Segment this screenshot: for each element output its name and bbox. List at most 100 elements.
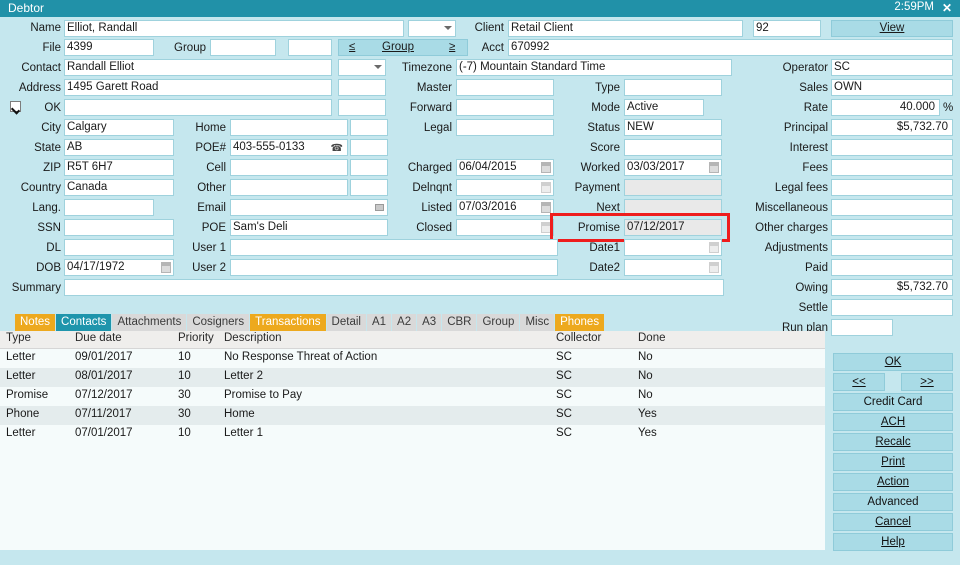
- tab-attachments[interactable]: Attachments: [112, 314, 187, 331]
- cancel-button[interactable]: Cancel: [833, 513, 953, 531]
- tab-phones[interactable]: Phones: [555, 314, 605, 331]
- group-next-button[interactable]: ≥: [449, 41, 455, 53]
- tab-a1[interactable]: A1: [366, 314, 392, 331]
- legal-fees-input[interactable]: [831, 179, 953, 196]
- calendar-icon[interactable]: [541, 202, 551, 213]
- other-phone-input[interactable]: [230, 179, 348, 196]
- address2-input[interactable]: [64, 99, 332, 116]
- recalc-button[interactable]: Recalc: [833, 433, 953, 451]
- adjustments-input[interactable]: [831, 239, 953, 256]
- interest-input[interactable]: [831, 139, 953, 156]
- contact-input[interactable]: Randall Elliot: [64, 59, 332, 76]
- charged-date-input[interactable]: 06/04/2015: [456, 159, 554, 176]
- table-row[interactable]: Letter 09/01/2017 10 No Response Threat of …: [0, 349, 825, 368]
- cell-phone-input[interactable]: [230, 159, 348, 176]
- email-input[interactable]: [230, 199, 388, 216]
- column-header-due-date[interactable]: Due date: [75, 332, 122, 344]
- group-extra-input[interactable]: [288, 39, 332, 56]
- tab-a3[interactable]: A3: [417, 314, 442, 331]
- column-header-description[interactable]: Description: [224, 332, 282, 344]
- poe-input[interactable]: Sam's Deli: [230, 219, 388, 236]
- rate-input[interactable]: 40.000: [831, 99, 940, 116]
- calendar-icon[interactable]: [161, 262, 171, 273]
- zip-input[interactable]: R5T 6H7: [64, 159, 174, 176]
- view-button[interactable]: View: [831, 20, 953, 37]
- ach-button[interactable]: ACH: [833, 413, 953, 431]
- master-select[interactable]: [456, 79, 554, 96]
- column-header-type[interactable]: Type: [6, 332, 31, 344]
- client-code-select[interactable]: 92: [753, 20, 821, 37]
- state-input[interactable]: AB: [64, 139, 174, 156]
- tab-cbr[interactable]: CBR: [442, 314, 477, 331]
- timezone-select[interactable]: (-7) Mountain Standard Time: [456, 59, 732, 76]
- help-button[interactable]: Help: [833, 533, 953, 551]
- country-select[interactable]: Canada: [64, 179, 174, 196]
- group-nav[interactable]: ≤ Group ≥: [338, 39, 468, 56]
- credit-card-button[interactable]: Credit Card: [833, 393, 953, 411]
- address-input[interactable]: 1495 Garett Road: [64, 79, 332, 96]
- user2-input[interactable]: [230, 259, 558, 276]
- action-button[interactable]: Action: [833, 473, 953, 491]
- dl-input[interactable]: [64, 239, 174, 256]
- column-header-priority[interactable]: Priority: [178, 332, 214, 344]
- calendar-icon[interactable]: [541, 222, 551, 233]
- calendar-icon[interactable]: [541, 162, 551, 173]
- table-row[interactable]: Promise 07/12/2017 30 Promise to Pay SC No: [0, 387, 825, 406]
- delinquent-date-input[interactable]: [456, 179, 554, 196]
- group-input[interactable]: [210, 39, 276, 56]
- user1-input[interactable]: [230, 239, 558, 256]
- tab-a2[interactable]: A2: [392, 314, 417, 331]
- cell-ext-input[interactable]: [350, 159, 388, 176]
- principal-input[interactable]: $5,732.70: [831, 119, 953, 136]
- calendar-icon[interactable]: [541, 182, 551, 193]
- address-extra-input[interactable]: [338, 79, 386, 96]
- fees-input[interactable]: [831, 159, 953, 176]
- name-suffix-select[interactable]: [408, 20, 456, 37]
- other-ext-input[interactable]: [350, 179, 388, 196]
- name-input[interactable]: Elliot, Randall: [64, 20, 404, 37]
- owing-input[interactable]: $5,732.70: [831, 279, 953, 296]
- other-charges-input[interactable]: [831, 219, 953, 236]
- forward-select[interactable]: [456, 99, 554, 116]
- summary-input[interactable]: [64, 279, 724, 296]
- column-header-done[interactable]: Done: [638, 332, 666, 344]
- contact-type-select[interactable]: [338, 59, 386, 76]
- address2-extra-input[interactable]: [338, 99, 386, 116]
- poe-number-input[interactable]: 403-555-0133 ☎: [230, 139, 348, 156]
- print-button[interactable]: Print: [833, 453, 953, 471]
- language-select[interactable]: [64, 199, 154, 216]
- tab-cosigners[interactable]: Cosigners: [187, 314, 250, 331]
- column-header-collector[interactable]: Collector: [556, 332, 601, 344]
- operator-select[interactable]: SC: [831, 59, 953, 76]
- ssn-input[interactable]: [64, 219, 174, 236]
- miscellaneous-input[interactable]: [831, 199, 953, 216]
- advanced-button[interactable]: Advanced: [833, 493, 953, 511]
- city-input[interactable]: Calgary: [64, 119, 174, 136]
- table-row[interactable]: Letter 08/01/2017 10 Letter 2 SC No: [0, 368, 825, 387]
- poe-ext-input[interactable]: [350, 139, 388, 156]
- client-select[interactable]: Retail Client: [508, 20, 743, 37]
- next-button[interactable]: >>: [901, 373, 953, 391]
- ok-button[interactable]: OK: [833, 353, 953, 371]
- legal-select[interactable]: [456, 119, 554, 136]
- group-prev-button[interactable]: ≤: [349, 41, 355, 53]
- previous-button[interactable]: <<: [833, 373, 885, 391]
- file-input[interactable]: 4399: [64, 39, 154, 56]
- listed-date-input[interactable]: 07/03/2016: [456, 199, 554, 216]
- tab-misc[interactable]: Misc: [520, 314, 555, 331]
- home-phone-input[interactable]: [230, 119, 348, 136]
- ok-checkbox[interactable]: [10, 101, 21, 112]
- settle-input[interactable]: [831, 299, 953, 316]
- sales-select[interactable]: OWN: [831, 79, 953, 96]
- table-row[interactable]: Phone 07/11/2017 30 Home SC Yes: [0, 406, 825, 425]
- table-row[interactable]: Letter 07/01/2017 10 Letter 1 SC Yes: [0, 425, 825, 444]
- close-icon[interactable]: ✕: [942, 1, 952, 15]
- acct-input[interactable]: 670992: [508, 39, 953, 56]
- closed-date-input[interactable]: [456, 219, 554, 236]
- tab-transactions[interactable]: Transactions: [250, 314, 326, 331]
- dob-input[interactable]: 04/17/1972: [64, 259, 174, 276]
- envelope-icon[interactable]: [375, 204, 384, 211]
- run-plan-input[interactable]: [831, 319, 893, 336]
- home-ext-input[interactable]: [350, 119, 388, 136]
- mode-select[interactable]: Active: [624, 99, 704, 116]
